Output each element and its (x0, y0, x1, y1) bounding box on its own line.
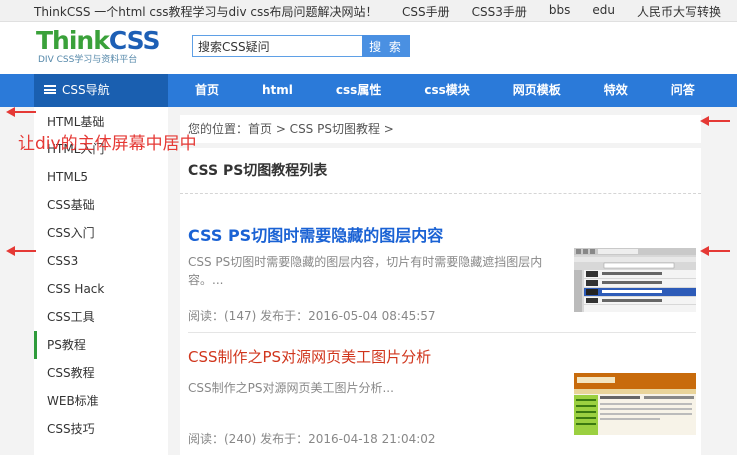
sidebar-item-css3[interactable]: CSS3 (34, 247, 168, 275)
top-link-css-manual[interactable]: CSS手册 (402, 3, 450, 20)
breadcrumb: 您的位置：首页 > CSS PS切图教程 > (180, 115, 701, 143)
left-arrow-icon (700, 246, 730, 256)
sidebar-item-css-hack[interactable]: CSS Hack (34, 275, 168, 303)
top-bar: ThinkCSS 一个html css教程学习与div css布局问题解决网站！… (0, 0, 737, 22)
site-slogan: ThinkCSS 一个html css教程学习与div css布局问题解决网站！ (34, 5, 378, 19)
top-link-rmb-convert[interactable]: 人民币大写转换 (637, 3, 721, 20)
article-description: CSS PS切图时需要隐藏的图层内容，切片有时需要隐藏遮挡图层内容。... (188, 255, 543, 287)
article-meta: 阅读：(147) 发布于：2016-05-04 08:45:57 (188, 309, 436, 323)
article-description: CSS制作之PS对源网页美工图片分析... (188, 381, 394, 395)
main-nav: CSS导航 首页 html css属性 css模块 网页模板 特效 问答 (0, 74, 737, 107)
list-item: CSS PS切图时需要隐藏的图层内容 CSS PS切图时需要隐藏的图层内容，切片… (188, 222, 696, 332)
search-input[interactable] (192, 35, 362, 57)
category-label: CSS导航 (62, 83, 110, 97)
left-arrow-icon (6, 107, 36, 117)
top-link-edu[interactable]: edu (592, 3, 615, 20)
sidebar: HTML基础 HTML入门 HTML5 CSS基础 CSS入门 CSS3 CSS… (34, 107, 168, 455)
site-header: ThinkCSS DIV CSS学习与资料平台 搜 索 (0, 22, 737, 74)
annotation-text: 让div的主体屏幕中居中 (18, 134, 197, 154)
article-thumbnail[interactable] (574, 248, 696, 312)
article-list: CSS PS切图教程列表 CSS PS切图时需要隐藏的图层内容 CSS PS切图… (180, 148, 701, 455)
search-box: 搜 索 (192, 35, 410, 57)
nav-items: 首页 html css属性 css模块 网页模板 特效 问答 (168, 74, 711, 107)
top-link-bbs[interactable]: bbs (549, 3, 571, 20)
divider (188, 332, 696, 333)
list-item: CSS制作之PS对源网页美工图片分析 CSS制作之PS对源网页美工图片分析...… (188, 346, 696, 455)
article-title-link[interactable]: CSS PS切图时需要隐藏的图层内容 (188, 222, 696, 246)
nav-item-css-properties[interactable]: css属性 (309, 74, 397, 107)
sidebar-item-css-basics[interactable]: CSS基础 (34, 191, 168, 219)
css-nav-category[interactable]: CSS导航 (34, 74, 168, 107)
top-links: CSS手册 CSS3手册 bbs edu 人民币大写转换 (402, 3, 721, 20)
article-thumbnail[interactable] (574, 373, 696, 435)
site-logo[interactable]: ThinkCSS DIV CSS学习与资料平台 (36, 26, 161, 66)
sidebar-item-css-tips[interactable]: CSS技巧 (34, 415, 168, 443)
left-arrow-icon (6, 246, 36, 256)
nav-item-templates[interactable]: 网页模板 (486, 74, 577, 107)
top-link-css3-manual[interactable]: CSS3手册 (472, 3, 527, 20)
nav-item-css-modules[interactable]: css模块 (397, 74, 485, 107)
logo-think-text: Think (36, 26, 110, 55)
sidebar-item-css-intro[interactable]: CSS入门 (34, 219, 168, 247)
logo-css-text: CSS (108, 26, 161, 55)
sidebar-item-css-tools[interactable]: CSS工具 (34, 303, 168, 331)
search-button[interactable]: 搜 索 (362, 35, 410, 57)
list-title: CSS PS切图教程列表 (180, 148, 701, 194)
left-arrow-icon (700, 116, 730, 126)
sidebar-item-ps-tutorial[interactable]: PS教程 (34, 331, 168, 359)
menu-icon (44, 85, 56, 94)
nav-item-html[interactable]: html (235, 74, 309, 107)
nav-item-home[interactable]: 首页 (168, 74, 235, 107)
sidebar-item-css-tutorial[interactable]: CSS教程 (34, 359, 168, 387)
article-title-link[interactable]: CSS制作之PS对源网页美工图片分析 (188, 346, 696, 367)
sidebar-item-web-standards[interactable]: WEB标准 (34, 387, 168, 415)
article-meta: 阅读：(240) 发布于：2016-04-18 21:04:02 (188, 432, 436, 446)
sidebar-item-html5[interactable]: HTML5 (34, 163, 168, 191)
nav-item-qa[interactable]: 问答 (644, 74, 711, 107)
logo-subtitle: DIV CSS学习与资料平台 (38, 55, 138, 65)
nav-item-effects[interactable]: 特效 (577, 74, 644, 107)
